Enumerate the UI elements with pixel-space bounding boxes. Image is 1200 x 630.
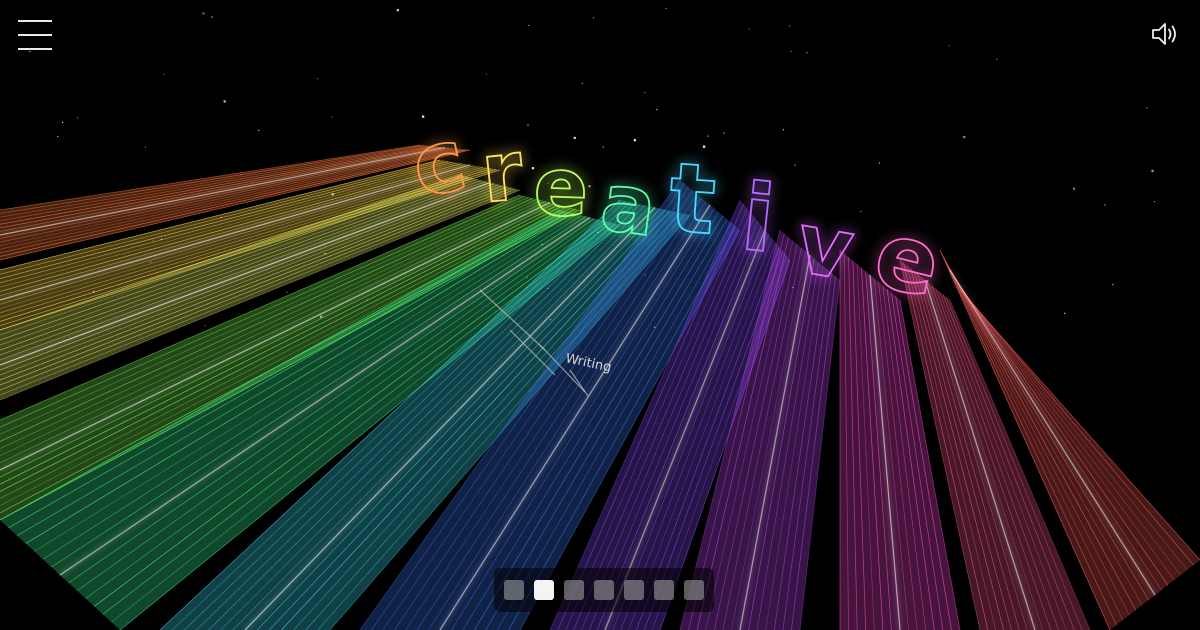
star <box>1146 107 1148 109</box>
letter-outline: e <box>532 140 589 235</box>
star <box>211 16 213 18</box>
hamburger-icon <box>18 20 52 22</box>
sound-toggle-button[interactable] <box>1150 20 1180 48</box>
star <box>588 185 591 188</box>
star <box>202 12 205 15</box>
slide-pager <box>494 568 714 612</box>
star <box>794 164 796 166</box>
star <box>806 52 808 54</box>
headline-letter: rr <box>475 121 531 225</box>
star <box>331 116 333 118</box>
star <box>860 210 862 213</box>
star <box>485 73 487 75</box>
webgl-stage[interactable]: ccrreeaattiivvee Writing <box>0 0 1200 630</box>
star <box>1151 169 1154 172</box>
pager-dot[interactable] <box>504 580 524 600</box>
speaker-icon <box>1152 23 1176 45</box>
star <box>581 82 583 84</box>
headline-letter: tt <box>663 139 722 259</box>
star <box>163 73 165 75</box>
star <box>707 135 709 137</box>
star <box>62 121 64 123</box>
star <box>223 100 226 103</box>
star <box>963 135 966 139</box>
star <box>723 132 725 134</box>
rainbow-beam-scene: cc rr ee aa tt ii vv ee Writing <box>0 7 1200 630</box>
letter-outline: t <box>666 142 720 257</box>
star <box>286 291 288 293</box>
star <box>633 139 636 142</box>
star <box>1072 187 1076 190</box>
star <box>788 25 791 27</box>
star <box>592 17 594 19</box>
star <box>656 109 658 111</box>
pager-dot[interactable] <box>534 580 554 600</box>
star <box>782 129 784 131</box>
pager-dot[interactable] <box>654 580 674 600</box>
menu-button[interactable] <box>16 18 54 52</box>
pager-dot[interactable] <box>624 580 644 600</box>
letter-outline: r <box>477 123 528 222</box>
star <box>76 117 79 119</box>
star <box>573 136 576 140</box>
star <box>528 24 530 26</box>
star <box>204 325 206 327</box>
pager-dot[interactable] <box>564 580 584 600</box>
star <box>527 124 529 126</box>
star <box>878 162 881 164</box>
star <box>144 146 147 148</box>
star <box>316 78 318 80</box>
star <box>748 28 750 30</box>
star <box>57 136 59 138</box>
star <box>396 9 399 12</box>
pager-dot[interactable] <box>594 580 614 600</box>
hamburger-icon-bar <box>18 48 52 50</box>
star <box>1153 201 1156 203</box>
hamburger-icon-bar <box>18 34 52 36</box>
star <box>665 7 667 10</box>
star <box>644 92 646 94</box>
headline-letter: ee <box>530 138 592 238</box>
star <box>996 58 998 60</box>
pager-dot[interactable] <box>684 580 704 600</box>
star <box>1112 283 1114 286</box>
star <box>1064 312 1066 314</box>
star <box>602 146 604 148</box>
star <box>258 129 260 131</box>
star <box>1104 204 1106 206</box>
star <box>948 45 950 47</box>
star <box>790 50 792 52</box>
